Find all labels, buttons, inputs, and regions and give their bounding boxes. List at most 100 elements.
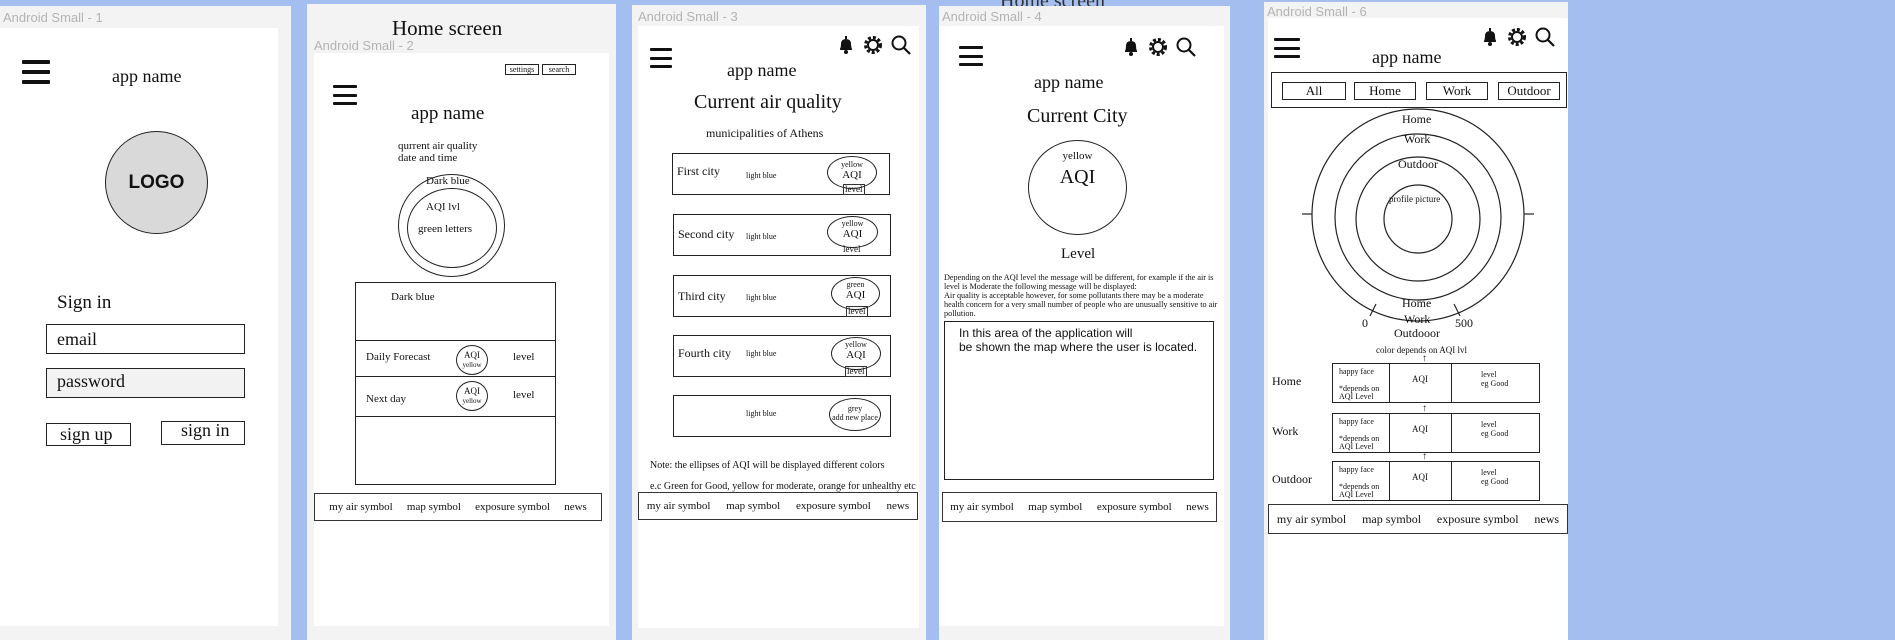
map-area[interactable]: In this area of the application will be … (944, 321, 1214, 480)
app-name: app name (727, 60, 797, 80)
add-place-ellipse[interactable]: grey add new place (829, 398, 881, 431)
nav-exposure[interactable]: exposure symbol (1437, 512, 1519, 527)
search-icon[interactable] (890, 34, 912, 56)
password-field[interactable]: password (46, 368, 245, 398)
bell-icon[interactable] (1480, 27, 1500, 47)
email-placeholder: email (57, 329, 97, 349)
city-color-note: light blue (746, 293, 777, 302)
screen-current-city: app name Current City yellow AQI Level D… (939, 26, 1224, 626)
ellipse-color: yellow (841, 219, 864, 228)
menu-icon[interactable] (1274, 38, 1300, 58)
exposure-row-outdoor[interactable]: happy face *depends on AQI Level AQI lev… (1332, 461, 1540, 501)
city-row[interactable]: Second city light blue yellow AQI level (673, 214, 891, 256)
nav-map[interactable]: map symbol (726, 500, 780, 512)
nav-map[interactable]: map symbol (407, 501, 461, 513)
frame-label: Android Small - 4 (942, 9, 1042, 24)
gear-icon[interactable] (1147, 36, 1169, 58)
forecast-panel: Dark blue Daily Forecast AQI yellow level… (355, 282, 556, 485)
screen-sign-in: app name LOGO Sign in email password sig… (0, 28, 278, 626)
filter-label: Work (1442, 83, 1472, 98)
ring-label-outdoor: Outdoor (1398, 157, 1438, 171)
divider (356, 340, 555, 341)
green-letters: green letters (418, 223, 473, 235)
nav-map[interactable]: map symbol (1028, 501, 1082, 513)
nav-exposure[interactable]: exposure symbol (796, 500, 871, 512)
ring-outdoor (1355, 156, 1481, 282)
divider (1451, 364, 1452, 402)
gear-icon[interactable] (862, 34, 884, 56)
filter-work[interactable]: Work (1426, 82, 1488, 100)
menu-icon[interactable] (22, 60, 50, 84)
city-row[interactable]: First city light blue yellow AQI level (672, 153, 890, 195)
sign-in-button[interactable]: sign in (161, 420, 245, 445)
city-color-note: light blue (746, 232, 777, 241)
nav-my-air[interactable]: my air symbol (647, 500, 711, 512)
city-row[interactable]: Third city light blue green AQI level (673, 275, 891, 317)
nav-my-air[interactable]: my air symbol (1277, 512, 1346, 527)
nav-news[interactable]: news (1186, 501, 1209, 513)
top-icons (1480, 26, 1556, 48)
nav-my-air[interactable]: my air symbol (329, 501, 393, 513)
bell-icon[interactable] (836, 35, 856, 55)
sign-in-label: sign in (181, 420, 230, 440)
page-subtitle: municipalities of Athens (706, 126, 824, 140)
exposure-row-home[interactable]: happy face *depends on AQI Level AQI lev… (1332, 363, 1540, 403)
search-button[interactable]: search (542, 64, 576, 75)
nav-exposure[interactable]: exposure symbol (1097, 501, 1172, 513)
next-day-label: Next day (366, 393, 407, 405)
aqi-color: yellow (462, 361, 482, 369)
ellipse-color: grey (847, 404, 863, 413)
email-field[interactable]: email (46, 324, 245, 354)
depends-note: *depends on AQI Level (1339, 482, 1380, 499)
nav-news[interactable]: news (1534, 512, 1559, 527)
city-name: First city (677, 164, 721, 178)
gear-icon[interactable] (1506, 26, 1528, 48)
aqi-text: AQI (1059, 166, 1096, 188)
nav-exposure[interactable]: exposure symbol (475, 501, 550, 513)
nav-news[interactable]: news (564, 501, 587, 513)
nav-my-air[interactable]: my air symbol (950, 501, 1014, 513)
screen-home: settings search app name qurrent air qua… (314, 53, 609, 626)
exposure-row-work[interactable]: happy face *depends on AQI Level AQI lev… (1332, 413, 1540, 453)
city-color-note: light blue (746, 349, 777, 358)
divider (1451, 462, 1452, 500)
face-label: happy face (1339, 367, 1374, 376)
aqi-text: AQI (464, 350, 480, 360)
app-name: app name (112, 66, 182, 86)
note-line-1: Note: the ellipses of AQI will be displa… (650, 460, 885, 471)
sign-up-button[interactable]: sign up (46, 423, 131, 446)
level-text: Level (1061, 246, 1096, 262)
nav-news[interactable]: news (887, 500, 910, 512)
search-icon[interactable] (1175, 36, 1197, 58)
next-day-level: level (513, 389, 535, 401)
divider (1451, 414, 1452, 452)
bottom-nav: my air symbol map symbol exposure symbol… (1268, 504, 1568, 534)
filter-outdoor[interactable]: Outdoor (1498, 82, 1560, 100)
filter-all[interactable]: All (1282, 82, 1346, 100)
nav-map[interactable]: map symbol (1362, 512, 1421, 527)
menu-icon[interactable] (333, 85, 357, 105)
exposure-row-label: Home (1272, 374, 1302, 388)
gauge-min: 0 (1362, 316, 1368, 330)
logo-text: LOGO (128, 171, 185, 193)
bell-icon[interactable] (1121, 37, 1141, 57)
menu-icon[interactable] (959, 46, 983, 66)
depends-note: *depends on AQI Level (1339, 384, 1380, 401)
add-place-row[interactable]: light blue grey add new place (673, 395, 891, 437)
aqi-description: Depending on the AQI level the message w… (944, 273, 1218, 318)
city-row[interactable]: Fourth city light blue yellow AQI level (673, 335, 891, 377)
screen-exposure: app name All Home Work Outdoor Home Work… (1268, 18, 1568, 640)
aqi-label: AQI (1412, 472, 1428, 482)
frame-label: Android Small - 6 (1267, 4, 1367, 19)
city-name: Second city (678, 227, 735, 241)
aqi-text: AQI (842, 228, 863, 240)
menu-icon[interactable] (650, 48, 672, 68)
search-icon[interactable] (1534, 26, 1556, 48)
city-level: level (843, 244, 861, 254)
logo: LOGO (105, 131, 208, 234)
legend-work: Work (1404, 312, 1431, 326)
top-icons (1121, 36, 1197, 58)
level-label: level eg Good (1481, 468, 1509, 486)
filter-home[interactable]: Home (1354, 82, 1416, 100)
settings-button[interactable]: settings (505, 64, 539, 75)
